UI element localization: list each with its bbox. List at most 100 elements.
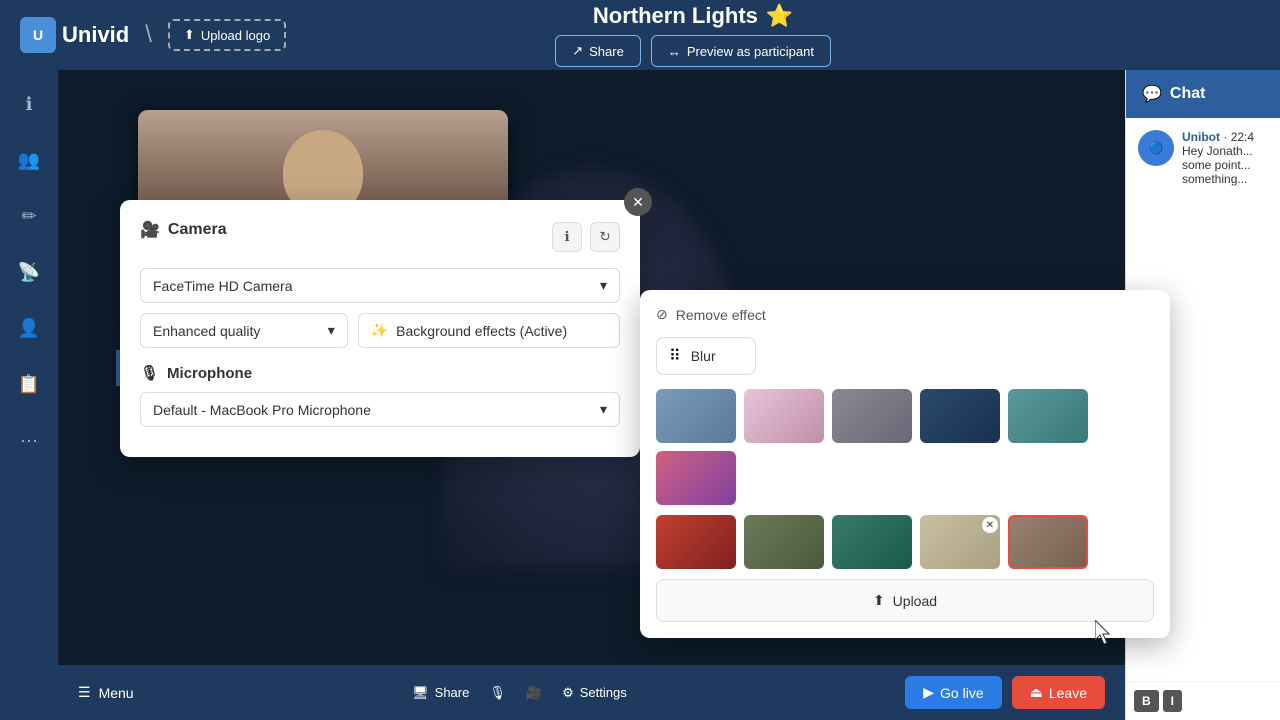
mic-bottom-button[interactable]: 🎙 bbox=[489, 685, 506, 701]
share-icon: ↗ bbox=[572, 43, 583, 59]
settings-panel: ✕ 🎥 Camera ℹ ↻ FaceTime HD Camera ▾ Enha… bbox=[120, 200, 640, 457]
bg-thumb-colorful[interactable] bbox=[656, 451, 736, 505]
bg-thumb-dark-blue[interactable] bbox=[920, 389, 1000, 443]
menu-icon: ☰ bbox=[78, 684, 91, 701]
refresh-button[interactable]: ↻ bbox=[590, 222, 620, 252]
preview-button[interactable]: ↔ Preview as participant bbox=[651, 35, 831, 67]
sidebar-item-more[interactable]: ··· bbox=[11, 422, 47, 458]
mic-device-select[interactable]: Default - MacBook Pro Microphone ▾ bbox=[140, 392, 620, 427]
bg-thumb-bridge[interactable] bbox=[832, 389, 912, 443]
thumb-close-button[interactable]: ✕ bbox=[982, 517, 998, 533]
chat-icon: 💬 bbox=[1142, 84, 1162, 104]
chat-text: Hey Jonath... some point... something... bbox=[1182, 144, 1268, 186]
camera-device-select[interactable]: FaceTime HD Camera ▾ bbox=[140, 268, 620, 303]
chevron-down-icon: ▾ bbox=[600, 277, 607, 294]
preview-label: Preview as participant bbox=[687, 44, 814, 59]
bg-effects-label: Background effects (Active) bbox=[396, 323, 567, 339]
upload-icon: ⬆ bbox=[873, 592, 885, 609]
bg-effects-button[interactable]: ✨ Background effects (Active) bbox=[358, 313, 620, 348]
camera-label: Camera bbox=[168, 221, 227, 239]
leave-label: Leave bbox=[1049, 685, 1087, 701]
upload-icon: ⬆ bbox=[184, 27, 195, 43]
upload-button[interactable]: ⬆ Upload bbox=[656, 579, 1154, 622]
go-live-button[interactable]: ▶ Go live bbox=[905, 676, 1001, 709]
top-bar-left: U Univid \ ⬆ Upload logo bbox=[20, 17, 286, 53]
share-button[interactable]: ↗ Share bbox=[555, 35, 641, 67]
quality-select[interactable]: Enhanced quality ▾ bbox=[140, 313, 348, 348]
bg-thumb-landscape[interactable] bbox=[1008, 515, 1088, 569]
chat-title: Chat bbox=[1170, 85, 1206, 103]
settings-bottom-label: Settings bbox=[580, 685, 627, 700]
upload-logo-label: Upload logo bbox=[201, 28, 270, 43]
blur-option[interactable]: ⠿ Blur bbox=[656, 337, 756, 375]
bottom-center: 🖥 Share 🎙 🎥 ⚙ Settings bbox=[412, 685, 627, 701]
sidebar-item-info[interactable]: ℹ bbox=[11, 86, 47, 122]
gear-icon: ⚙ bbox=[562, 685, 574, 701]
camera-bottom-icon: 🎥 bbox=[526, 685, 542, 701]
quality-label: Enhanced quality bbox=[153, 323, 260, 339]
chat-time: · bbox=[1223, 130, 1230, 144]
bg-thumb-desk[interactable]: ✕ bbox=[920, 515, 1000, 569]
chevron-down-icon-quality: ▾ bbox=[328, 322, 335, 339]
remove-icon: ⊘ bbox=[656, 306, 668, 323]
top-bar: U Univid \ ⬆ Upload logo Northern Lights… bbox=[0, 0, 1280, 70]
chat-time-value: 22:4 bbox=[1231, 130, 1254, 144]
bg-thumb-mountains[interactable] bbox=[656, 389, 736, 443]
share-bottom-button[interactable]: 🖥 Share bbox=[412, 685, 469, 701]
microphone-label: Microphone bbox=[167, 365, 252, 382]
settings-actions: ℹ ↻ bbox=[552, 222, 620, 252]
settings-close-button[interactable]: ✕ bbox=[624, 188, 652, 216]
bottom-bar: ☰ Menu 🖥 Share 🎙 🎥 ⚙ Settings ▶ Go live … bbox=[58, 665, 1125, 720]
divider: \ bbox=[145, 21, 152, 49]
chat-message: 🔵 Unibot · 22:4 Hey Jonath... some point… bbox=[1138, 130, 1268, 186]
italic-button[interactable]: I bbox=[1163, 690, 1182, 712]
menu-section[interactable]: ☰ Menu bbox=[78, 684, 134, 701]
share-bottom-icon: 🖥 bbox=[412, 685, 429, 701]
bg-thumb-river[interactable] bbox=[832, 515, 912, 569]
upload-label: Upload bbox=[893, 593, 937, 609]
remove-effect-row[interactable]: ⊘ Remove effect bbox=[656, 306, 1154, 323]
settings-bottom-button[interactable]: ⚙ Settings bbox=[562, 685, 627, 701]
camera-icon: 🎥 bbox=[140, 220, 160, 240]
logo-icon: U bbox=[20, 17, 56, 53]
bg-thumb-ocean[interactable] bbox=[1008, 389, 1088, 443]
sidebar-item-edit[interactable]: ✏ bbox=[11, 198, 47, 234]
sidebar-item-users[interactable]: 👥 bbox=[11, 142, 47, 178]
camera-device-value: FaceTime HD Camera bbox=[153, 278, 293, 294]
sidebar-item-broadcast[interactable]: 📡 bbox=[11, 254, 47, 290]
sidebar-item-person[interactable]: 👤 bbox=[11, 310, 47, 346]
mic-device-value: Default - MacBook Pro Microphone bbox=[153, 402, 371, 418]
preview-icon: ↔ bbox=[668, 44, 681, 59]
blur-icon: ⠿ bbox=[669, 346, 681, 366]
go-live-label: Go live bbox=[940, 685, 984, 701]
chat-header: 💬 Chat bbox=[1126, 70, 1280, 118]
share-bottom-label: Share bbox=[435, 685, 470, 700]
top-bar-center: Northern Lights ⭐ ↗ Share ↔ Preview as p… bbox=[555, 3, 831, 67]
leave-button[interactable]: ⏏ Leave bbox=[1012, 676, 1105, 709]
mic-bottom-icon: 🎙 bbox=[489, 685, 506, 701]
share-label: Share bbox=[589, 44, 624, 59]
left-sidebar: ℹ 👥 ✏ 📡 👤 📋 ··· bbox=[0, 70, 58, 720]
bg-thumb-city-red[interactable] bbox=[656, 515, 736, 569]
logo: U Univid bbox=[20, 17, 129, 53]
bottom-right: ▶ Go live ⏏ Leave bbox=[905, 676, 1105, 709]
info-button[interactable]: ℹ bbox=[552, 222, 582, 252]
camera-section-title: 🎥 Camera bbox=[140, 220, 227, 240]
microphone-section-title: 🎙 Microphone bbox=[140, 364, 620, 382]
bold-button[interactable]: B bbox=[1134, 690, 1159, 712]
upload-logo-button[interactable]: ⬆ Upload logo bbox=[168, 19, 286, 51]
go-live-icon: ▶ bbox=[923, 684, 934, 701]
quality-row: Enhanced quality ▾ ✨ Background effects … bbox=[140, 313, 620, 348]
camera-bottom-button[interactable]: 🎥 bbox=[526, 685, 542, 701]
bg-thumbnails-row2: ✕ bbox=[656, 515, 1154, 569]
app-name: Univid bbox=[62, 22, 129, 48]
chat-footer: B I bbox=[1126, 681, 1280, 720]
remove-effect-label: Remove effect bbox=[676, 307, 766, 323]
mic-icon: 🎙 bbox=[140, 364, 159, 382]
bg-effects-panel: ⊘ Remove effect ⠿ Blur ✕ ⬆ Upload bbox=[640, 290, 1170, 638]
chevron-down-icon-mic: ▾ bbox=[600, 401, 607, 418]
chat-msg-content: Unibot · 22:4 Hey Jonath... some point..… bbox=[1182, 130, 1268, 186]
bg-thumb-pink[interactable] bbox=[744, 389, 824, 443]
bg-thumb-highway[interactable] bbox=[744, 515, 824, 569]
sidebar-item-layout[interactable]: 📋 bbox=[11, 366, 47, 402]
